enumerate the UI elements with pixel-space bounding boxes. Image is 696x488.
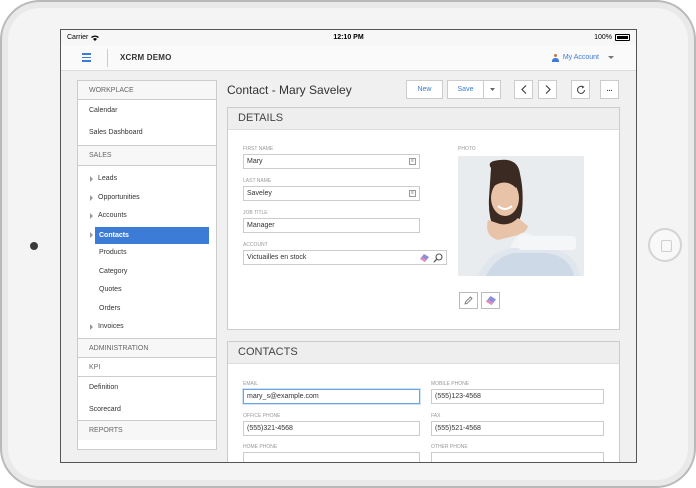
account-label: ACCOUNT	[243, 242, 268, 248]
sidebar-item-label: Accounts	[98, 212, 127, 219]
last-name-value: Saveley	[247, 190, 272, 197]
expand-arrow-icon	[90, 231, 93, 238]
sidebar-item-opportunities[interactable]: Opportunities	[78, 189, 216, 208]
hamburger-menu-icon[interactable]	[82, 53, 102, 62]
save-button[interactable]: Save	[447, 80, 484, 99]
refresh-button[interactable]	[571, 80, 590, 99]
header-divider	[107, 48, 108, 67]
first-name-value: Mary	[247, 158, 263, 165]
app-title: XCRM DEMO	[120, 53, 172, 62]
account-field[interactable]: Victuailles en stock	[243, 250, 447, 265]
home-button[interactable]	[648, 228, 682, 262]
sidebar-item-sales-dashboard[interactable]: Sales Dashboard	[78, 122, 216, 146]
save-dropdown-button[interactable]	[483, 80, 501, 99]
email-value: mary_s@example.com	[247, 393, 319, 400]
status-bar: Carrier 12:10 PM 100%	[61, 30, 636, 45]
sidebar-group-reports[interactable]: REPORTS	[78, 421, 216, 440]
edit-icon	[464, 296, 473, 305]
home-phone-field[interactable]	[243, 452, 420, 462]
sidebar-item-orders[interactable]: Orders	[78, 300, 216, 319]
fax-field[interactable]: (555)521-4568	[431, 421, 604, 436]
sidebar-item-category[interactable]: Category	[78, 263, 216, 282]
account-label: My Account	[562, 54, 599, 61]
sidebar-item-calendar[interactable]: Calendar	[78, 100, 216, 122]
office-phone-value: (555)321-4568	[247, 425, 293, 432]
sidebar-item-label: Leads	[98, 175, 118, 182]
previous-record-button[interactable]	[514, 80, 533, 99]
sidebar: WORKPLACE Calendar Sales Dashboard SALES…	[77, 80, 217, 450]
app-screen: Carrier 12:10 PM 100% XCRM DEMO My Accou…	[60, 29, 637, 463]
expand-arrow-icon	[90, 176, 93, 182]
contact-photo	[458, 156, 584, 276]
search-icon[interactable]	[433, 253, 443, 263]
status-time: 12:10 PM	[333, 34, 364, 41]
new-button[interactable]: New	[406, 80, 443, 99]
home-phone-label: HOME PHONE	[243, 444, 278, 450]
photo-image	[458, 156, 584, 276]
expand-arrow-icon	[90, 213, 93, 219]
sidebar-item-quotes[interactable]: Quotes	[78, 281, 216, 300]
sidebar-item-scorecard[interactable]: Scorecard	[78, 399, 216, 421]
ipad-frame: Carrier 12:10 PM 100% XCRM DEMO My Accou…	[0, 0, 696, 488]
first-name-field[interactable]: Mary ≡	[243, 154, 420, 169]
page-title: Contact - Mary Saveley	[227, 83, 352, 97]
more-actions-button[interactable]: ...	[600, 80, 619, 99]
office-phone-label: OFFICE PHONE	[243, 413, 281, 419]
sidebar-item-invoices[interactable]: Invoices	[78, 318, 216, 339]
eraser-icon[interactable]	[420, 254, 429, 262]
contacts-panel: CONTACTS EMAIL mary_s@example.com MOBILE…	[227, 341, 620, 462]
chevron-left-icon	[520, 85, 526, 94]
chevron-right-icon	[545, 85, 551, 94]
mobile-phone-field[interactable]: (555)123-4568	[431, 389, 604, 404]
refresh-icon	[576, 85, 585, 94]
expand-arrow-icon	[90, 194, 93, 201]
sidebar-item-contacts[interactable]: Contacts	[78, 226, 216, 245]
next-record-button[interactable]	[538, 80, 557, 99]
chevron-down-icon	[608, 55, 614, 59]
fax-label: FAX	[431, 413, 441, 419]
sidebar-group-workplace[interactable]: WORKPLACE	[78, 81, 216, 100]
email-label: EMAIL	[243, 381, 259, 387]
fax-value: (555)521-4568	[435, 425, 481, 432]
chevron-down-icon	[489, 88, 495, 91]
field-menu-icon[interactable]: ≡	[409, 158, 416, 165]
other-phone-label: OTHER PHONE	[431, 444, 468, 450]
user-icon	[551, 53, 559, 62]
sidebar-group-kpi[interactable]: KPI	[78, 358, 216, 377]
sidebar-item-label: Contacts	[95, 226, 209, 244]
job-title-value: Manager	[247, 222, 275, 229]
account-value: Victuailles en stock	[247, 254, 307, 261]
other-phone-field[interactable]	[431, 452, 604, 462]
app-header: XCRM DEMO My Account	[61, 45, 636, 71]
job-title-label: JOB TITLE	[243, 210, 268, 216]
sidebar-item-label: Opportunities	[98, 193, 140, 201]
field-menu-icon[interactable]: ≡	[409, 190, 416, 197]
contacts-header: CONTACTS	[228, 342, 619, 364]
email-field[interactable]: mary_s@example.com	[243, 389, 420, 404]
sidebar-group-sales[interactable]: SALES	[78, 146, 216, 166]
battery-icon	[615, 34, 630, 41]
account-menu[interactable]: My Account	[551, 53, 614, 62]
sidebar-item-accounts[interactable]: Accounts	[78, 207, 216, 226]
mobile-phone-value: (555)123-4568	[435, 393, 481, 400]
edit-photo-button[interactable]	[459, 292, 478, 309]
sidebar-item-products[interactable]: Products	[78, 244, 216, 263]
sidebar-item-label: Invoices	[98, 323, 124, 330]
sidebar-item-definition[interactable]: Definition	[78, 377, 216, 399]
details-header: DETAILS	[228, 108, 619, 130]
clear-photo-button[interactable]	[481, 292, 500, 309]
office-phone-field[interactable]: (555)321-4568	[243, 421, 420, 436]
last-name-label: LAST NAME	[243, 178, 272, 184]
sidebar-group-administration[interactable]: ADMINISTRATION	[78, 339, 216, 358]
mobile-phone-label: MOBILE PHONE	[431, 381, 470, 387]
photo-label: PHOTO	[458, 146, 476, 152]
eraser-icon	[485, 296, 496, 305]
job-title-field[interactable]: Manager	[243, 218, 420, 233]
details-panel: DETAILS FIRST NAME Mary ≡ LAST NAME Save…	[227, 107, 620, 330]
expand-arrow-icon	[90, 324, 93, 330]
last-name-field[interactable]: Saveley ≡	[243, 186, 420, 201]
first-name-label: FIRST NAME	[243, 146, 274, 152]
camera-icon	[30, 242, 38, 250]
sidebar-item-leads[interactable]: Leads	[78, 170, 216, 189]
